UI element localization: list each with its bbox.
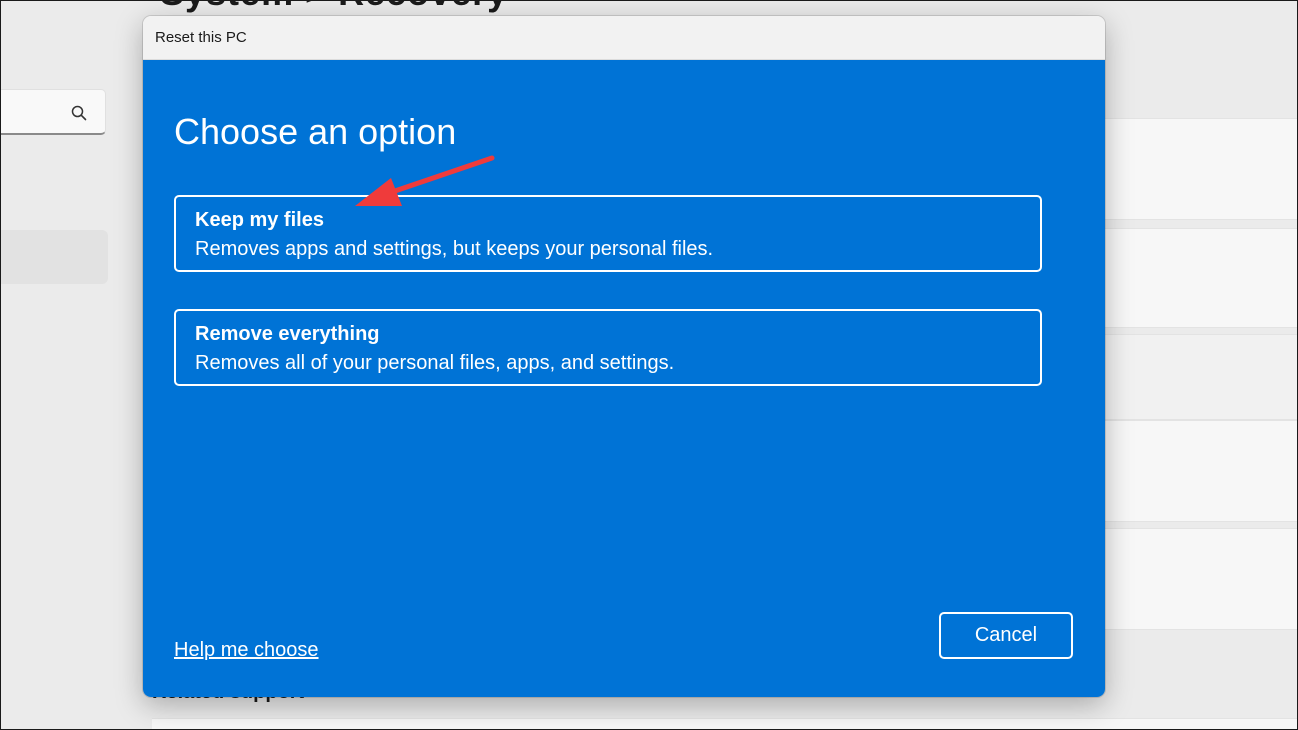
settings-card[interactable] [1104,420,1298,522]
option-title: Keep my files [195,209,324,231]
option-description: Removes apps and settings, but keeps you… [195,238,714,260]
cancel-button[interactable]: Cancel [939,612,1073,659]
cancel-button-label: Cancel [974,624,1038,646]
reset-pc-dialog: Reset this PC Choose an option Keep my f… [143,16,1105,697]
keep-my-files-option[interactable]: Keep my files Removes apps and settings,… [174,195,1042,272]
dialog-heading: Choose an option [174,111,457,152]
option-description: Removes all of your personal files, apps… [195,352,675,374]
dialog-title: Reset this PC [155,29,247,46]
related-support-card[interactable] [152,718,1298,730]
sidebar-selected-item[interactable] [0,230,108,284]
remove-everything-option[interactable]: Remove everything Removes all of your pe… [174,309,1042,386]
settings-card[interactable] [1104,118,1298,220]
search-icon [71,105,87,121]
dialog-titlebar[interactable]: Reset this PC [143,16,1105,60]
settings-page-title: System > Recovery [160,0,508,14]
option-title: Remove everything [195,323,380,345]
settings-card[interactable] [1104,334,1298,420]
help-me-choose-link[interactable]: Help me choose [174,639,319,662]
settings-search-box[interactable] [0,89,106,135]
dialog-body: Choose an option Keep my files Removes a… [143,60,1105,697]
settings-card[interactable] [1104,228,1298,328]
settings-card[interactable] [1104,528,1298,630]
